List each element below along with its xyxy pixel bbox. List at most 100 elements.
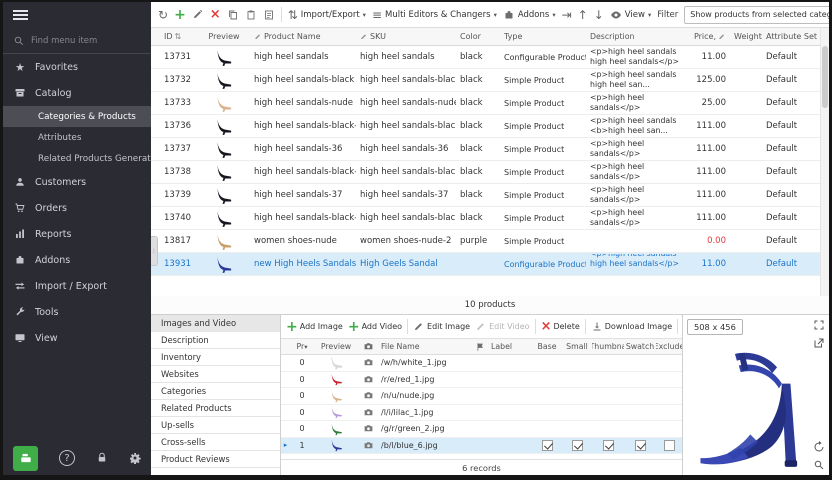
thumbnail-checkbox[interactable] [603, 440, 614, 451]
column-sku[interactable]: SKU [356, 32, 456, 41]
column-description[interactable]: Description [586, 32, 686, 42]
category-filter-select[interactable]: Show products from selected categories▾ [684, 6, 829, 24]
tab-images-and-video[interactable]: Images and Video [151, 315, 280, 332]
panel-collapse-handle[interactable]: ⋮ [151, 236, 158, 266]
product-row[interactable]: 13733high heel sandals-nudehigh heel san… [151, 92, 820, 115]
lock-icon[interactable] [96, 452, 108, 464]
import-export-arrows-icon [14, 280, 26, 292]
sidebar-item-reports[interactable]: Reports [3, 221, 151, 247]
column-preview[interactable]: Preview [198, 32, 250, 41]
column-exclude[interactable]: Exclude [656, 342, 682, 351]
image-row[interactable]: 0/g/r/green_2.jpg [281, 421, 682, 438]
rotate-icon[interactable] [813, 441, 825, 453]
product-row[interactable]: 13737high heel sandals-36high heel sanda… [151, 138, 820, 161]
fullscreen-icon[interactable] [813, 319, 825, 331]
tab-cross-sells[interactable]: Cross-sells [151, 434, 280, 451]
tab-related-products[interactable]: Related Products [151, 400, 280, 417]
download-image-button[interactable]: Download Image [591, 321, 672, 333]
image-row[interactable]: 0/r/e/red_1.jpg [281, 372, 682, 389]
column-type[interactable]: Type [500, 32, 586, 41]
tab-up-sells[interactable]: Up-sells [151, 417, 280, 434]
duplicate-button[interactable] [263, 9, 275, 21]
delete-product-button[interactable]: × [210, 8, 221, 21]
edit-product-button[interactable] [192, 9, 204, 21]
product-row-selected[interactable]: ▸13931new High Heels SandalsHigh Geels S… [151, 253, 820, 276]
image-preview [314, 405, 358, 419]
tab-inventory[interactable]: Inventory [151, 349, 280, 366]
column-thumbnail[interactable]: Thumbna [592, 342, 624, 351]
column-attr-set[interactable]: Attribute Set Name [762, 32, 820, 41]
sidebar-item-favorites[interactable]: ★ Favorites [3, 54, 151, 80]
image-row-selected[interactable]: ▸1/b/l/blue_6.jpg [281, 438, 682, 455]
image-row[interactable]: 0/n/u/nude.jpg [281, 388, 682, 405]
sidebar-item-tools[interactable]: Tools [3, 299, 151, 325]
sort-asc-icon[interactable]: ↑ [578, 9, 588, 21]
pos-terminal-button[interactable] [13, 446, 38, 471]
sidebar-item-customers[interactable]: Customers [3, 169, 151, 195]
sidebar-item-view[interactable]: View [3, 325, 151, 351]
flag-column-icon[interactable] [472, 342, 488, 352]
view-menu[interactable]: View▾ [610, 9, 651, 21]
column-preview[interactable]: Preview [314, 342, 358, 351]
product-row[interactable]: 13732high heel sandals-blackhigh heel sa… [151, 69, 820, 92]
product-row[interactable]: 13731high heel sandalshigh heel sandalsb… [151, 46, 820, 69]
column-id[interactable]: ID⇅ [160, 32, 198, 41]
swatch-checkbox[interactable] [635, 440, 646, 451]
scrollbar-thumb[interactable] [822, 46, 828, 108]
expand-all-icon[interactable]: ⇥ [562, 9, 572, 21]
sidebar-item-categories-products[interactable]: Categories & Products [3, 106, 151, 127]
multi-editors-menu[interactable]: ≡ Multi Editors & Changers▾ [372, 9, 497, 21]
add-video-button[interactable]: +Add Video [348, 320, 402, 334]
base-checkbox[interactable] [542, 440, 553, 451]
column-weight[interactable]: Weight [730, 32, 762, 41]
column-base[interactable]: Base [532, 342, 562, 351]
image-row[interactable]: 0/l/i/lilac_1.jpg [281, 405, 682, 422]
sidebar-item-attributes[interactable]: Attributes [3, 127, 151, 148]
delete-image-button[interactable]: ×Delete [541, 320, 580, 333]
zoom-icon[interactable] [813, 459, 825, 471]
product-row[interactable]: 13738high heel sandals-black-37high heel… [151, 161, 820, 184]
product-row[interactable]: 13736high heel sandals-black-36high heel… [151, 115, 820, 138]
edit-image-button[interactable]: Edit Image [413, 321, 470, 333]
column-file-name[interactable]: File Name [378, 342, 472, 351]
add-image-button[interactable]: +Add Image [286, 320, 343, 334]
sidebar-item-catalog[interactable]: Catalog [3, 80, 151, 106]
menu-search-input[interactable] [31, 36, 131, 46]
tab-websites[interactable]: Websites [151, 366, 280, 383]
image-row[interactable]: 0/w/h/white_1.jpg [281, 355, 682, 372]
sort-desc-icon[interactable]: ↓ [594, 9, 604, 21]
column-swatch[interactable]: Swatch [624, 342, 656, 351]
sidebar-item-related-products-generator[interactable]: Related Products Generator [3, 148, 151, 169]
refresh-button[interactable]: ↻ [158, 9, 168, 21]
column-color[interactable]: Color [456, 32, 500, 41]
help-button[interactable]: ? [59, 450, 75, 466]
tab-categories[interactable]: Categories [151, 383, 280, 400]
product-row[interactable]: 13739high heel sandals-37high heel sanda… [151, 184, 820, 207]
column-label[interactable]: Label [488, 342, 532, 351]
camera-icon [358, 374, 378, 385]
camera-column-icon[interactable] [358, 341, 378, 352]
column-price[interactable]: Price, [686, 32, 730, 41]
addons-menu[interactable]: Addons▾ [503, 9, 556, 21]
add-product-button[interactable]: + [174, 8, 186, 22]
sidebar-item-import-export[interactable]: Import / Export [3, 273, 151, 299]
exclude-checkbox[interactable] [664, 440, 675, 451]
gear-icon[interactable] [129, 452, 141, 464]
import-export-menu[interactable]: ⇅ Import/Export▾ [288, 9, 366, 21]
column-position[interactable]: Pr▾ [290, 342, 314, 351]
open-external-icon[interactable] [813, 337, 825, 349]
product-row[interactable]: 13817women shoes-nudewomen shoes-nude-2p… [151, 230, 820, 253]
small-checkbox[interactable] [572, 440, 583, 451]
sidebar-item-addons[interactable]: Addons [3, 247, 151, 273]
tab-description[interactable]: Description [151, 332, 280, 349]
grid-scrollbar[interactable] [820, 28, 829, 296]
sidebar-item-orders[interactable]: Orders [3, 195, 151, 221]
hamburger-menu-icon[interactable] [13, 8, 28, 22]
product-row[interactable]: 13740high heel sandals-black-38high heel… [151, 207, 820, 230]
cart-icon [14, 202, 26, 214]
tab-product-reviews[interactable]: Product Reviews [151, 451, 280, 468]
column-product-name[interactable]: Product Name [250, 32, 356, 41]
column-small[interactable]: Small [562, 342, 592, 351]
paste-button[interactable] [245, 9, 257, 21]
copy-button[interactable] [227, 9, 239, 21]
